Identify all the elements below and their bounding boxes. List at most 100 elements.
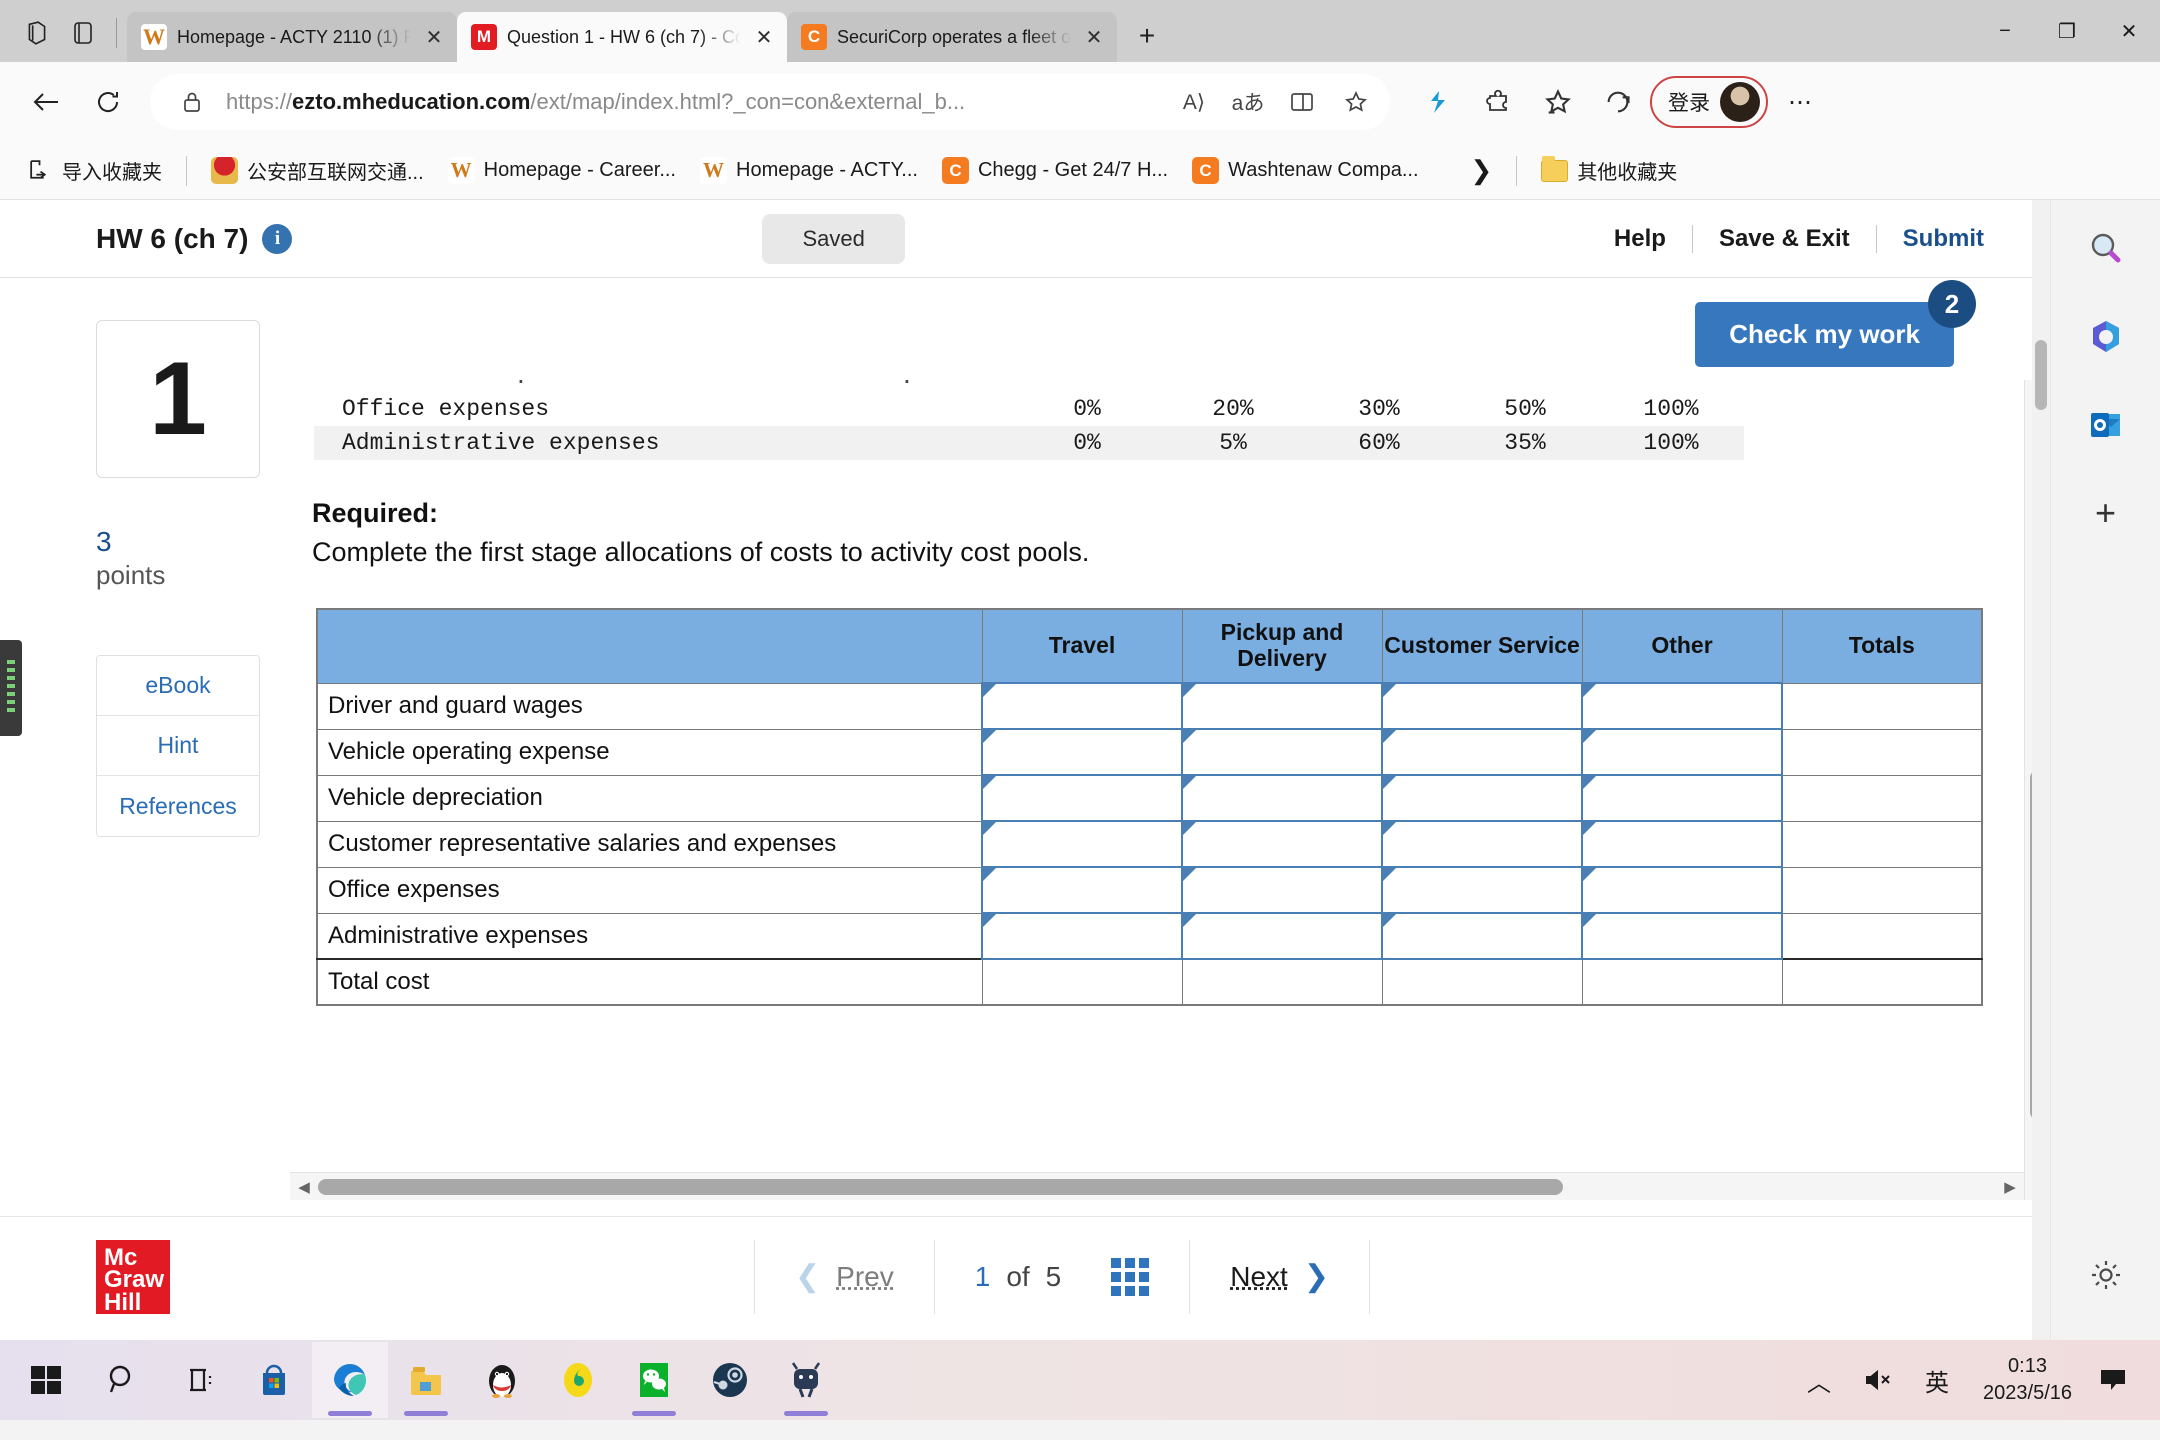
task-view-button[interactable] [160, 1342, 236, 1418]
cell-input[interactable] [981, 682, 1183, 730]
horizontal-scroll-thumb[interactable] [318, 1179, 1563, 1195]
cell-input[interactable] [981, 774, 1183, 822]
maximize-button[interactable]: ❐ [2036, 0, 2098, 62]
question-grid-icon[interactable] [1111, 1257, 1150, 1296]
close-icon[interactable]: ✕ [1081, 24, 1107, 50]
bookmark-other-favorites[interactable]: 其他收藏夹 [1531, 150, 1687, 191]
qq-button[interactable] [464, 1342, 540, 1418]
vertical-tabs-icon[interactable] [60, 10, 106, 56]
steam-button[interactable] [692, 1342, 768, 1418]
cell-input[interactable] [981, 866, 1183, 914]
more-settings-icon[interactable]: ⋯ [1772, 74, 1828, 130]
netease-music-button[interactable] [540, 1342, 616, 1418]
cell-input[interactable] [1381, 866, 1583, 914]
references-button[interactable]: References [97, 776, 259, 836]
cell-input[interactable] [1181, 866, 1383, 914]
bookmark-washtenaw[interactable]: C Washtenaw Compa... [1182, 151, 1428, 190]
ebook-button[interactable]: eBook [97, 656, 259, 716]
outlook-icon[interactable] [2079, 398, 2133, 452]
bilibili-button[interactable] [768, 1342, 844, 1418]
close-icon[interactable]: ✕ [751, 24, 777, 50]
accessibility-handle[interactable] [0, 640, 22, 736]
cell-input[interactable] [1581, 682, 1783, 730]
content-horizontal-scrollbar[interactable]: ◀ ▶ [290, 1172, 2024, 1200]
back-button[interactable] [18, 74, 74, 130]
cell-input[interactable] [981, 728, 1183, 776]
add-sidebar-app-icon[interactable]: + [2079, 486, 2133, 540]
submit-button[interactable]: Submit [1877, 225, 2010, 253]
browser-vertical-scrollbar[interactable] [2032, 200, 2050, 1340]
address-bar[interactable]: https://ezto.mheducation.com/ext/map/ind… [150, 74, 1390, 130]
bookmark-gov-traffic[interactable]: 公安部互联网交通... [201, 150, 434, 191]
save-and-exit-button[interactable]: Save & Exit [1693, 225, 1876, 253]
bookmark-import[interactable]: 导入收藏夹 [16, 150, 172, 191]
favorites-icon[interactable] [1530, 74, 1586, 130]
cell-input[interactable] [1381, 774, 1583, 822]
cell-value: 100% [1643, 396, 1699, 422]
search-icon[interactable] [2079, 222, 2133, 276]
cell-input[interactable] [1181, 912, 1383, 960]
translate-icon[interactable]: aあ [1228, 82, 1268, 122]
cell-input[interactable] [1581, 866, 1783, 914]
login-button[interactable]: 登录 [1650, 76, 1768, 128]
edge-button[interactable] [312, 1342, 388, 1418]
bookmarks-overflow-button[interactable]: ❯ [1461, 149, 1503, 192]
ime-indicator[interactable]: 英 [1909, 1363, 1965, 1398]
read-aloud-icon[interactable]: A⟩ [1174, 82, 1214, 122]
taskbar-clock[interactable]: 0:13 2023/5/16 [1965, 1353, 2090, 1407]
close-window-button[interactable]: ✕ [2098, 0, 2160, 62]
points-value: 3 [96, 526, 112, 557]
help-button[interactable]: Help [1588, 225, 1692, 253]
scroll-right-icon[interactable]: ▶ [1996, 1178, 2024, 1196]
cell-input[interactable] [1581, 912, 1783, 960]
next-button[interactable]: Next ❯ [1190, 1259, 1369, 1294]
check-my-work-button[interactable]: Check my work [1695, 302, 1954, 367]
browser-scroll-thumb[interactable] [2035, 340, 2047, 410]
volume-muted-icon[interactable] [1847, 1367, 1909, 1393]
cell-input[interactable] [1181, 682, 1383, 730]
scroll-left-icon[interactable]: ◀ [290, 1178, 318, 1196]
bookmark-homepage-career[interactable]: W Homepage - Career... [438, 151, 686, 190]
cell-input[interactable] [1181, 774, 1383, 822]
add-favorite-icon[interactable] [1336, 82, 1376, 122]
bookmark-chegg[interactable]: C Chegg - Get 24/7 H... [932, 151, 1178, 190]
microsoft-365-icon[interactable] [2079, 310, 2133, 364]
cell-input[interactable] [1581, 774, 1783, 822]
avatar[interactable] [1720, 82, 1760, 122]
cell-input[interactable] [981, 912, 1183, 960]
info-icon[interactable]: i [262, 223, 293, 254]
cell-input[interactable] [1381, 728, 1583, 776]
search-taskbar-button[interactable] [84, 1342, 160, 1418]
gear-icon[interactable] [2079, 1248, 2133, 1302]
microsoft-store-button[interactable] [236, 1342, 312, 1418]
file-explorer-button[interactable] [388, 1342, 464, 1418]
collections-icon[interactable] [1410, 74, 1466, 130]
close-icon[interactable]: ✕ [421, 24, 447, 50]
browser-tab-2[interactable]: M Question 1 - HW 6 (ch 7) - Conne ✕ [457, 12, 787, 62]
tray-overflow-icon[interactable]: ︿ [1791, 1363, 1847, 1398]
chegg-icon: C [941, 157, 969, 184]
bookmark-homepage-acty[interactable]: W Homepage - ACTY... [690, 151, 928, 190]
cell-input[interactable] [1581, 728, 1783, 776]
split-screen-icon[interactable] [1282, 82, 1322, 122]
cell-input[interactable] [1381, 682, 1583, 730]
start-button[interactable] [8, 1342, 84, 1418]
cell-input[interactable] [1181, 728, 1383, 776]
cell-input[interactable] [1181, 820, 1383, 868]
browser-tab-1[interactable]: W Homepage - ACTY 2110 (1) Princ ✕ [127, 12, 457, 62]
browser-essentials-icon[interactable] [1590, 74, 1646, 130]
tab-actions-icon[interactable] [14, 10, 60, 56]
reload-button[interactable] [80, 74, 136, 130]
minimize-button[interactable]: − [1974, 0, 2036, 62]
prev-button[interactable]: ❮ Prev [755, 1259, 934, 1294]
cell-input[interactable] [1581, 820, 1783, 868]
cell-input[interactable] [1381, 912, 1583, 960]
hint-button[interactable]: Hint [97, 716, 259, 776]
cell-input[interactable] [981, 820, 1183, 868]
new-tab-button[interactable]: + [1125, 14, 1169, 58]
extensions-icon[interactable] [1470, 74, 1526, 130]
notifications-icon[interactable] [2090, 1366, 2146, 1394]
wechat-button[interactable] [616, 1342, 692, 1418]
cell-input[interactable] [1381, 820, 1583, 868]
browser-tab-3[interactable]: C SecuriCorp operates a fleet of arm ✕ [787, 12, 1117, 62]
